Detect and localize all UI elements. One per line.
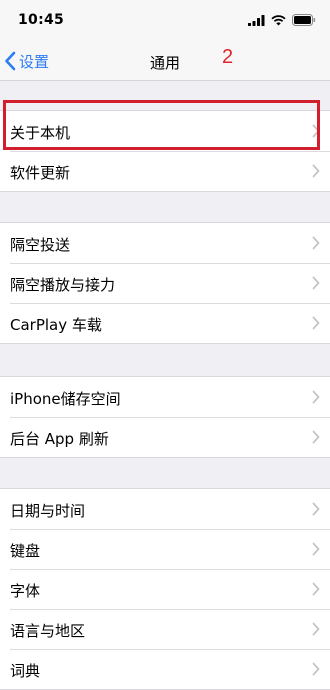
- row-label: 日期与时间: [10, 502, 86, 520]
- battery-icon: [292, 14, 316, 26]
- settings-group-1: 关于本机 软件更新: [0, 110, 330, 192]
- chevron-right-icon: [312, 236, 320, 250]
- row-date-time[interactable]: 日期与时间: [0, 489, 330, 529]
- row-airplay-handoff[interactable]: 隔空播放与接力: [0, 263, 330, 303]
- row-software-update[interactable]: 软件更新: [0, 151, 330, 191]
- row-background-app-refresh[interactable]: 后台 App 刷新: [0, 417, 330, 457]
- chevron-right-icon: [312, 502, 320, 516]
- chevron-right-icon: [312, 124, 320, 138]
- row-label: CarPlay 车载: [10, 316, 102, 334]
- row-airdrop[interactable]: 隔空投送: [0, 223, 330, 263]
- chevron-right-icon: [312, 542, 320, 556]
- row-label: 后台 App 刷新: [10, 430, 109, 448]
- chevron-right-icon: [312, 582, 320, 596]
- chevron-right-icon: [312, 164, 320, 178]
- row-label: 字体: [10, 582, 41, 600]
- chevron-right-icon: [312, 622, 320, 636]
- settings-group-3: iPhone储存空间 后台 App 刷新: [0, 376, 330, 458]
- wifi-icon: [271, 14, 286, 25]
- row-label: 隔空投送: [10, 236, 71, 254]
- chevron-right-icon: [312, 662, 320, 676]
- settings-group-2: 隔空投送 隔空播放与接力 CarPlay 车载: [0, 222, 330, 344]
- row-keyboard[interactable]: 键盘: [0, 529, 330, 569]
- chevron-right-icon: [312, 276, 320, 290]
- row-label: 键盘: [10, 542, 41, 560]
- row-carplay[interactable]: CarPlay 车载: [0, 303, 330, 343]
- status-time: 10:45: [18, 12, 65, 28]
- settings-group-4: 日期与时间 键盘 字体 语言与地区 词典: [0, 488, 330, 690]
- chevron-right-icon: [312, 316, 320, 330]
- signal-icon: [248, 14, 265, 26]
- row-about[interactable]: 关于本机: [0, 111, 330, 151]
- chevron-right-icon: [312, 430, 320, 444]
- row-label: 语言与地区: [10, 622, 86, 640]
- row-dictionary[interactable]: 词典: [0, 649, 330, 689]
- row-fonts[interactable]: 字体: [0, 569, 330, 609]
- row-label: 软件更新: [10, 164, 71, 182]
- row-label: iPhone储存空间: [10, 390, 121, 408]
- row-language-region[interactable]: 语言与地区: [0, 609, 330, 649]
- chevron-right-icon: [312, 390, 320, 404]
- step-annotation: 2: [222, 46, 234, 68]
- nav-bar: 设置 通用 2: [0, 42, 330, 81]
- page-title: 通用: [149, 54, 180, 72]
- row-label: 关于本机: [10, 124, 71, 142]
- status-bar: 10:45: [0, 0, 330, 42]
- status-icons: [248, 14, 316, 26]
- row-label: 隔空播放与接力: [10, 276, 116, 294]
- row-iphone-storage[interactable]: iPhone储存空间: [0, 377, 330, 417]
- row-label: 词典: [10, 662, 41, 680]
